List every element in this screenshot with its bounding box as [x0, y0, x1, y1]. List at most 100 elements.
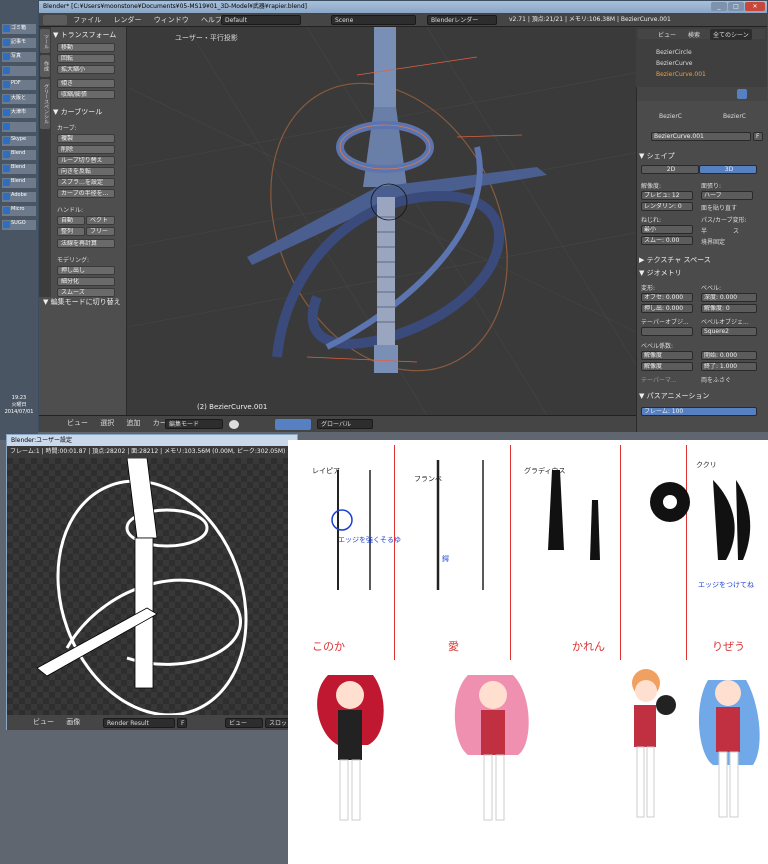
delete-button[interactable]: 削除	[57, 145, 115, 154]
scale-button[interactable]: 拡大縮小	[57, 65, 115, 74]
tilt-button[interactable]: 傾き	[57, 79, 115, 88]
texture-space-panel-header[interactable]: ▶ テクスチャ スペース	[639, 255, 764, 265]
desktop-shortcut[interactable]: Adobe	[2, 192, 36, 202]
menu-view[interactable]: ビュー	[67, 416, 88, 430]
shrink-fatten-button[interactable]: 収縮/膨張	[57, 90, 115, 99]
bounds-clamp-checkbox[interactable]: 境界固定	[701, 237, 725, 246]
offset-field[interactable]: オフセ: 0.000	[641, 293, 693, 302]
outliner-item-beziercurve[interactable]: BezierCurve	[656, 60, 692, 67]
3d-viewport[interactable]: ユーザー・平行投影 (2) BezierCurve.001	[127, 27, 667, 415]
scene-selector[interactable]: Scene	[331, 15, 416, 25]
desktop-shortcut[interactable]: 大津市	[2, 108, 36, 118]
menu-add[interactable]: 追加	[126, 416, 140, 430]
outliner-item-beziercircle[interactable]: BezierCircle	[656, 49, 692, 56]
smooth-button[interactable]: スムーズ	[57, 288, 115, 297]
orientation-selector[interactable]: グローバル	[317, 419, 373, 429]
menu-window[interactable]: ウィンドウ	[154, 13, 189, 27]
outliner-view-menu[interactable]: ビュー	[658, 30, 676, 39]
geometry-panel-header[interactable]: ▼ ジオメトリ	[639, 268, 764, 278]
bevel-end-field[interactable]: 終了: 1.000	[701, 362, 757, 371]
menu-render[interactable]: レンダー	[113, 13, 141, 27]
dimension-2d-button[interactable]: 2D	[641, 165, 699, 174]
translate-button[interactable]: 移動	[57, 43, 115, 52]
twist-mode-select[interactable]: 最小	[641, 225, 693, 234]
desktop-shortcut[interactable]: 大阪と	[2, 94, 36, 104]
duplicate-button[interactable]: 複製	[57, 134, 115, 143]
subdivide-button[interactable]: 細分化	[57, 277, 115, 286]
bevel-object-field[interactable]: Squere2	[701, 327, 757, 336]
transform-panel-header[interactable]: ▼ トランスフォーム	[53, 30, 125, 40]
tab-create[interactable]: 作成	[40, 55, 50, 77]
taper-object-field[interactable]	[641, 327, 693, 336]
extrude-field[interactable]: 押し出: 0.000	[641, 304, 693, 313]
editor-type-icon[interactable]	[43, 15, 67, 25]
shape-panel-header[interactable]: ▼ シェイプ	[639, 151, 764, 161]
minimize-button[interactable]: _	[711, 2, 727, 11]
render-view-menu[interactable]: ビュー	[225, 718, 263, 728]
mode-selector[interactable]: 編集モード	[165, 419, 223, 429]
smooth-field[interactable]: スムー: 0.00	[641, 236, 693, 245]
toggle-editmode-panel[interactable]: ▼ 編集モードに切り替え	[43, 297, 127, 307]
render-result-image[interactable]	[7, 458, 297, 715]
menu-help[interactable]: ヘルプ	[201, 13, 222, 27]
rotate-button[interactable]: 回転	[57, 54, 115, 63]
desktop-shortcut[interactable]	[2, 66, 36, 76]
fill-mode-select[interactable]: ハーフ	[701, 191, 753, 200]
render-engine-selector[interactable]: Blenderレンダー	[427, 15, 497, 25]
bevel-factor-mode-end[interactable]: 解像度	[641, 362, 693, 371]
recalc-normals-button[interactable]: 法線を再計算	[57, 239, 115, 248]
desktop-shortcut[interactable]: SUGO	[2, 220, 36, 230]
outliner-item-beziercurve-001[interactable]: BezierCurve.001	[656, 71, 706, 78]
radius-checkbox[interactable]: 半	[701, 226, 707, 235]
render-resolution-field[interactable]: レンダリン: 0	[641, 202, 693, 211]
image-menu[interactable]: 画像	[66, 715, 80, 730]
dimension-3d-button[interactable]: 3D	[699, 165, 757, 174]
handle-align-button[interactable]: 整列	[57, 227, 85, 236]
preview-resolution-field[interactable]: プレビュ: 12	[641, 191, 693, 200]
handle-vector-button[interactable]: ベクト	[86, 216, 115, 225]
menu-select[interactable]: 選択	[100, 416, 114, 430]
tab-grease-pencil[interactable]: グリースペンシル	[40, 79, 50, 129]
menu-file[interactable]: ファイル	[73, 13, 101, 27]
desktop-shortcut[interactable]: PDF	[2, 80, 36, 90]
path-animation-panel-header[interactable]: ▼ パスアニメーション	[639, 391, 764, 401]
shading-icon[interactable]	[229, 420, 239, 429]
extrude-button[interactable]: 押し出し	[57, 266, 115, 275]
layout-selector[interactable]: Default	[221, 15, 301, 25]
path-frames-field[interactable]: フレーム: 100	[641, 407, 757, 416]
bevel-factor-mode-start[interactable]: 解像度	[641, 351, 693, 360]
bevel-resolution-field[interactable]: 解像度: 0	[701, 304, 757, 313]
desktop-shortcut[interactable]: 写真	[2, 52, 36, 62]
stretch-checkbox[interactable]: ス	[733, 226, 739, 235]
desktop-shortcut[interactable]: Micro	[2, 206, 36, 216]
desktop-shortcut[interactable]	[2, 122, 36, 132]
desktop-shortcut[interactable]: Skype	[2, 136, 36, 146]
taper-map-checkbox[interactable]: テーパーマ...	[641, 375, 677, 384]
depth-field[interactable]: 深度: 0.000	[701, 293, 757, 302]
manipulator-icon[interactable]	[275, 419, 311, 430]
fill-caps-checkbox[interactable]: 両をふさぐ	[701, 375, 731, 384]
curve-data-tab-icon[interactable]	[737, 89, 747, 99]
desktop-shortcut[interactable]: ゴミ箱	[2, 24, 36, 34]
set-spline-type-button[interactable]: スプラ…を設定	[57, 178, 115, 187]
display-mode-selector[interactable]: 全てのシーン	[710, 29, 752, 40]
tab-tools[interactable]: ツール	[40, 29, 50, 53]
datablock-name-field[interactable]: BezierCurve.001	[651, 132, 751, 141]
switch-direction-button[interactable]: 向きを反転	[57, 167, 115, 176]
handle-auto-button[interactable]: 自動	[57, 216, 85, 225]
curve-tools-panel-header[interactable]: ▼ カーブツール	[53, 107, 125, 117]
desktop-shortcut[interactable]: Blend	[2, 150, 36, 160]
image-view-menu[interactable]: ビュー	[33, 715, 54, 730]
toggle-cyclic-button[interactable]: ループ切り替え	[57, 156, 115, 165]
fill-deform-checkbox[interactable]: 面を貼り直す	[701, 203, 737, 212]
bevel-start-field[interactable]: 開始: 0.000	[701, 351, 757, 360]
maximize-button[interactable]: □	[728, 2, 744, 11]
curve-radius-button[interactable]: カーブの半径を…	[57, 189, 115, 198]
image-fake-user-button[interactable]: F	[177, 718, 187, 728]
image-datablock-field[interactable]: Render Result	[103, 718, 175, 728]
handle-free-button[interactable]: フリー	[86, 227, 115, 236]
fake-user-button[interactable]: F	[753, 132, 763, 141]
close-button[interactable]: ✕	[745, 2, 765, 11]
desktop-shortcut[interactable]: Blend	[2, 178, 36, 188]
outliner-search-menu[interactable]: 検索	[688, 30, 700, 39]
